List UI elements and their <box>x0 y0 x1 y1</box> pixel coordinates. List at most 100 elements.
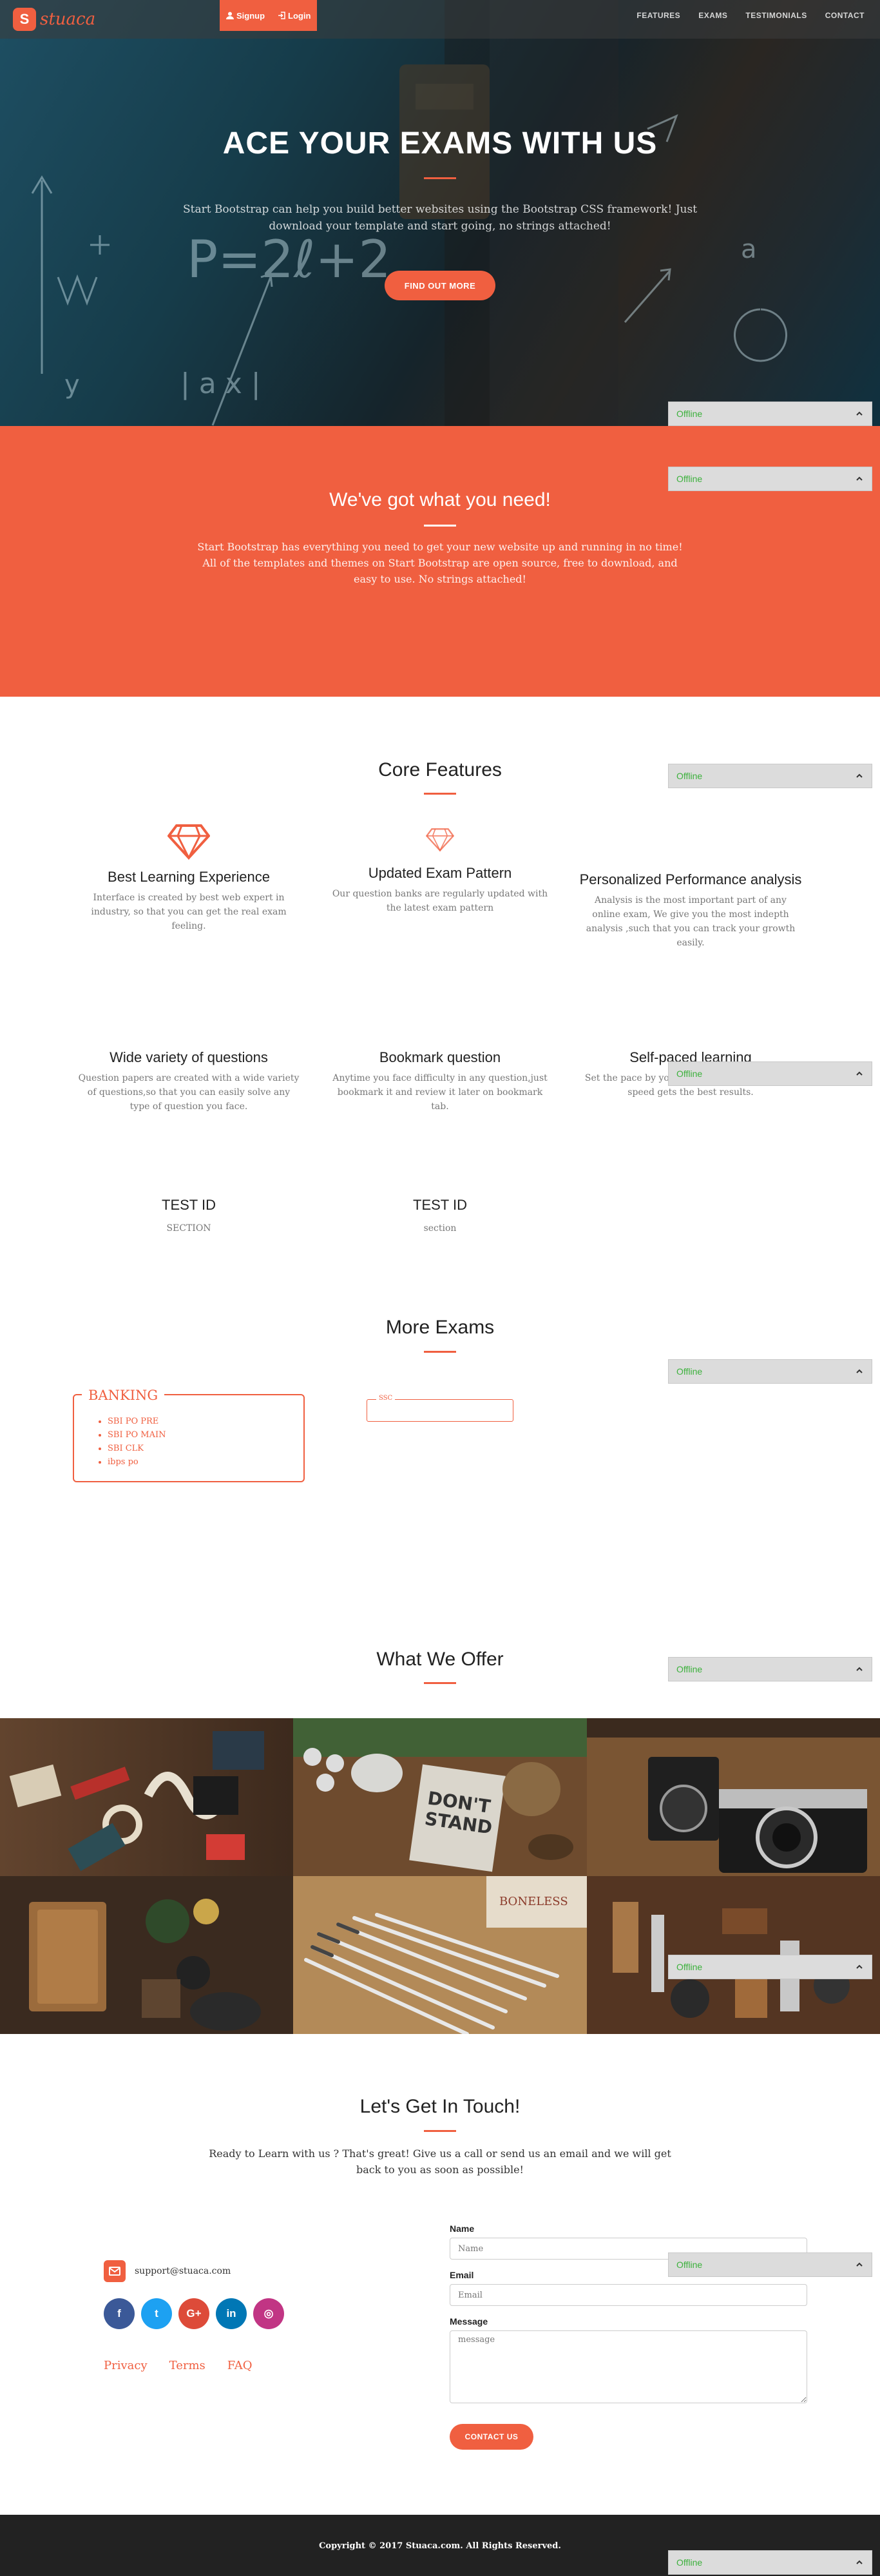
privacy-link[interactable]: Privacy <box>104 2359 148 2372</box>
exams-divider <box>424 1351 456 1353</box>
feature-title: Wide variety of questions <box>110 1049 268 1065</box>
twitter-icon[interactable]: t <box>141 2298 172 2329</box>
feature-title: Updated Exam Pattern <box>368 865 512 881</box>
copyright-text: Copyright © 2017 Stuaca.com. All Rights … <box>319 2541 561 2551</box>
offline-label: Offline <box>676 1069 703 1079</box>
test-card[interactable]: TEST ID section <box>321 1197 559 1234</box>
portfolio-item[interactable] <box>0 1876 293 2034</box>
google-plus-icon[interactable]: G+ <box>178 2298 209 2329</box>
exam-link[interactable]: SBI CLK <box>108 1442 166 1455</box>
instagram-icon[interactable]: ◎ <box>253 2298 284 2329</box>
exam-link[interactable]: ibps po <box>108 1455 166 1469</box>
contact-title: Let's Get In Touch! <box>359 2096 521 2117</box>
svg-text:BONELESS: BONELESS <box>499 1895 568 1908</box>
feature-text: Anytime you face difficulty in any quest… <box>332 1073 548 1112</box>
linkedin-icon[interactable]: in <box>216 2298 247 2329</box>
nav-exams[interactable]: EXAMS <box>689 11 736 20</box>
about-title: We've got what you need! <box>329 489 551 510</box>
hero-title: ACE YOUR EXAMS WITH US <box>222 126 658 160</box>
offline-chat-widget[interactable]: Offline <box>668 764 872 788</box>
chevron-up-icon <box>856 411 863 416</box>
offline-label: Offline <box>676 2260 703 2270</box>
name-label: Name <box>450 2223 475 2234</box>
exam-category-banking: BANKING SBI PO PRE SBI PO MAIN SBI CLK i… <box>73 1388 305 1482</box>
exam-category-label: BANKING <box>82 1388 165 1403</box>
offline-chat-widget[interactable]: Offline <box>668 2252 872 2277</box>
feature-card: Personalized Performance analysis Analys… <box>571 871 810 950</box>
feature-title: Personalized Performance analysis <box>579 871 802 887</box>
test-title: TEST ID <box>413 1197 467 1213</box>
support-email-text: support@stuaca.com <box>135 2266 231 2276</box>
chevron-up-icon <box>856 2262 863 2267</box>
feature-card: Wide variety of questions Question paper… <box>70 1049 308 1114</box>
portfolio-image: BONELESS <box>293 1876 587 2034</box>
chevron-up-icon <box>856 476 863 481</box>
feature-text: Analysis is the most important part of a… <box>586 895 796 948</box>
portfolio-item[interactable] <box>0 1718 293 1876</box>
terms-link[interactable]: Terms <box>169 2359 206 2372</box>
offline-label: Offline <box>676 409 703 419</box>
portfolio-item[interactable] <box>587 1718 880 1876</box>
offline-chat-widget[interactable]: Offline <box>668 1359 872 1384</box>
hero-divider <box>424 177 456 179</box>
find-out-more-button[interactable]: FIND OUT MORE <box>385 271 495 300</box>
features-divider <box>424 793 456 795</box>
nav-features[interactable]: FEATURES <box>627 11 689 20</box>
exam-link[interactable]: SBI PO MAIN <box>108 1428 166 1442</box>
svg-text:y: y <box>64 370 80 400</box>
offline-chat-widget[interactable]: Offline <box>668 1657 872 1681</box>
diamond-icon <box>426 828 454 852</box>
message-field[interactable] <box>450 2330 807 2403</box>
facebook-icon[interactable]: f <box>104 2298 135 2329</box>
chevron-up-icon <box>856 773 863 778</box>
diamond-icon <box>167 824 210 860</box>
svg-text:| a x |: | a x | <box>180 367 261 400</box>
about-text: Start Bootstrap has everything you need … <box>197 541 683 585</box>
nav-contact[interactable]: CONTACT <box>816 11 874 20</box>
nav-testimonials[interactable]: TESTIMONIALS <box>736 11 816 20</box>
offline-chat-widget[interactable]: Offline <box>668 2550 872 2575</box>
hero-text: Start Bootstrap can help you build bette… <box>182 203 698 233</box>
social-links: f t G+ in ◎ <box>104 2298 284 2329</box>
offline-label: Offline <box>676 1664 703 1674</box>
offline-chat-widget[interactable]: Offline <box>668 467 872 491</box>
test-card[interactable]: TEST ID SECTION <box>70 1197 308 1234</box>
faq-link[interactable]: FAQ <box>227 2359 253 2372</box>
portfolio-gallery: DON'T STAND BONELESS <box>0 1718 880 2034</box>
logo-badge: S <box>13 8 36 31</box>
offline-chat-widget[interactable]: Offline <box>668 1061 872 1086</box>
offline-chat-widget[interactable]: Offline <box>668 1955 872 1979</box>
chevron-up-icon <box>856 1667 863 1671</box>
support-email[interactable]: support@stuaca.com <box>104 2260 231 2282</box>
chevron-up-icon <box>856 1071 863 1076</box>
test-section: section <box>423 1223 457 1234</box>
test-title: TEST ID <box>162 1197 216 1213</box>
exams-title: More Exams <box>385 1317 495 1338</box>
exam-link[interactable]: SBI PO PRE <box>108 1415 166 1428</box>
feature-text: Our question banks are regularly updated… <box>332 889 548 913</box>
offline-chat-widget[interactable]: Offline <box>668 402 872 426</box>
message-label: Message <box>450 2316 488 2327</box>
signup-button[interactable]: Signup <box>220 0 271 31</box>
feature-title: Bookmark question <box>379 1049 501 1065</box>
offline-label: Offline <box>676 1366 703 1377</box>
exam-category-label: SSC <box>376 1395 396 1402</box>
about-divider <box>424 525 456 527</box>
hero-section: P=2ℓ+2 | a x | y a ACE YOUR EXAMS WITH U… <box>0 0 880 426</box>
footer-links: Privacy Terms FAQ <box>104 2359 252 2372</box>
portfolio-image: DON'T STAND <box>293 1718 587 1876</box>
feature-text: Interface is created by best web expert … <box>91 893 287 931</box>
feature-text: Question papers are created with a wide … <box>78 1073 300 1112</box>
brand-logo[interactable]: S stuaca <box>13 8 95 31</box>
portfolio-item[interactable]: BONELESS <box>293 1876 587 2034</box>
portfolio-item[interactable]: DON'T STAND <box>293 1718 587 1876</box>
exam-list: SBI PO PRE SBI PO MAIN SBI CLK ibps po <box>108 1415 166 1469</box>
test-section: SECTION <box>166 1223 211 1234</box>
portfolio-image <box>587 1718 880 1876</box>
email-field[interactable] <box>450 2284 807 2306</box>
offline-label: Offline <box>676 2557 703 2568</box>
contact-us-button[interactable]: CONTACT US <box>450 2424 533 2450</box>
chevron-up-icon <box>856 2560 863 2564</box>
login-button[interactable]: Login <box>271 0 317 31</box>
feature-card: Bookmark question Anytime you face diffi… <box>321 1049 559 1114</box>
